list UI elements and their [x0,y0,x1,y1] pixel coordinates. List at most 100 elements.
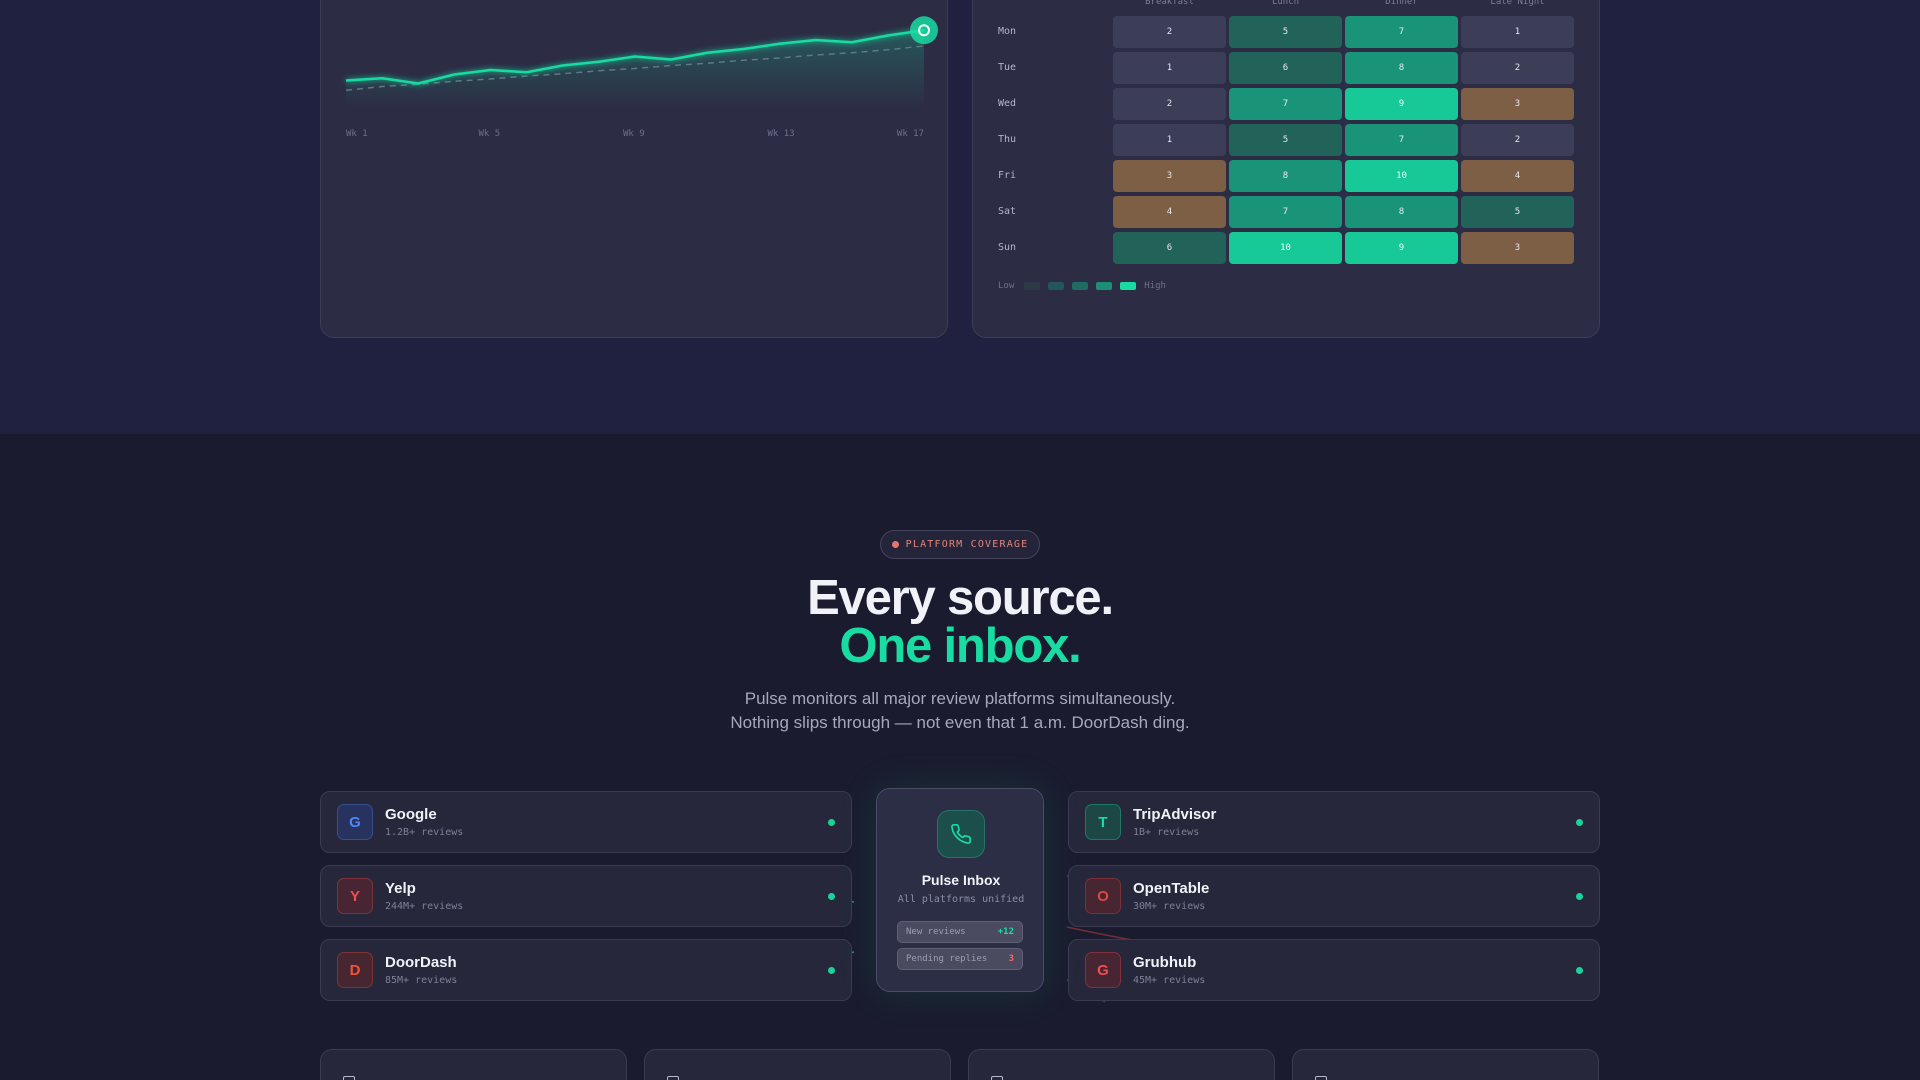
section-badge: PLATFORM COVERAGE [880,530,1040,559]
hub-row-label: New reviews [906,927,966,937]
pulse-inbox-hub[interactable]: Pulse Inbox All platforms unified New re… [876,788,1044,992]
heatmap-column-label: Late Night [1490,0,1545,7]
heatmap-cell[interactable]: 6 [1113,232,1226,264]
platform-card-yelp[interactable]: Y Yelp 244M+ reviews [320,865,852,927]
grubhub-logo-icon: G [1085,952,1121,988]
heatmap-cell[interactable]: 1 [1113,52,1226,84]
feature-card[interactable] [320,1049,627,1080]
x-tick-label: Wk 13 [767,129,795,139]
doordash-logo-icon: D [337,952,373,988]
x-axis-ticks: Wk 1 Wk 5 Wk 9 Wk 13 Wk 17 [346,129,924,143]
platform-card-tripadvisor[interactable]: T TripAdvisor 1B+ reviews [1068,791,1600,853]
platform-review-count: 85M+ reviews [385,975,458,986]
platform-review-count: 1B+ reviews [1133,827,1200,838]
heatmap-cell[interactable]: 5 [1229,124,1342,156]
heatmap-cell[interactable]: 8 [1345,196,1458,228]
tripadvisor-logo-icon: T [1085,804,1121,840]
logo-letter: D [349,961,361,979]
heatmap-cell[interactable]: 2 [1461,52,1574,84]
platform-name: Yelp [385,880,416,897]
live-status-dot-icon [828,893,835,900]
x-tick-label: Wk 9 [623,129,645,139]
hub-pending-replies: Pending replies 3 [897,948,1023,970]
hub-row-value: 3 [1008,954,1014,964]
heatmap-cell[interactable]: 4 [1461,160,1574,192]
legend-high-label: High [1144,281,1166,291]
badge-dot-icon [891,541,899,548]
heatmap-cell[interactable]: 1 [1113,124,1226,156]
heatmap-cell[interactable]: 7 [1229,196,1342,228]
heatmap-cell[interactable]: 2 [1113,16,1226,48]
heatmap-cell[interactable]: 8 [1345,52,1458,84]
phone-icon [937,810,985,858]
hub-new-reviews: New reviews +12 [897,921,1023,943]
live-status-dot-icon [1576,819,1583,826]
platform-card-opentable[interactable]: O OpenTable 30M+ reviews [1068,865,1600,927]
heatmap-cell[interactable]: 2 [1461,124,1574,156]
heatmap-row-label: Wed [998,98,1017,109]
legend-swatch [1096,282,1113,290]
feature-card[interactable] [1292,1049,1599,1080]
heatmap-cell[interactable]: 2 [1113,88,1226,120]
heatmap-cell[interactable]: 5 [1461,196,1574,228]
heatmap-cell[interactable]: 10 [1345,160,1458,192]
heatmap-cell[interactable]: 1 [1461,16,1574,48]
heatmap-legend: Low High [998,281,1176,293]
platform-name: Grubhub [1133,954,1197,971]
heatmap-row-label: Sun [998,242,1017,253]
heatmap-column-label: Lunch [1271,0,1300,7]
legend-swatch [1024,282,1041,290]
heatmap-cell[interactable]: 4 [1113,196,1226,228]
latest-point-marker[interactable] [910,16,938,45]
hub-title: Pulse Inbox [921,872,1001,888]
square-icon [1315,1076,1327,1080]
heatmap-row-label: Fri [998,170,1017,181]
heatmap-cell[interactable]: 5 [1229,16,1342,48]
x-tick-label: Wk 5 [478,129,501,139]
heatmap-cell[interactable]: 3 [1461,232,1574,264]
section-subtitle-line2: Nothing slips through — not even that 1 … [730,713,1190,732]
hub-subtitle: All platforms unified [897,894,1025,905]
heatmap-card: Breakfast Lunch Dinner Late Night Mon 2 5 7 1 Tue… [972,0,1600,338]
logo-letter: G [1097,961,1109,979]
legend-swatch [1072,282,1089,290]
heatmap-cell[interactable]: 6 [1229,52,1342,84]
heatmap-row-label: Sat [998,206,1017,217]
platform-card-google[interactable]: G Google 1.2B+ reviews [320,791,852,853]
feature-card[interactable] [968,1049,1275,1080]
live-status-dot-icon [1576,893,1583,900]
live-status-dot-icon [828,967,835,974]
platform-review-count: 1.2B+ reviews [385,827,464,838]
legend-swatch [1048,282,1065,290]
square-icon [991,1076,1003,1080]
heatmap-cell[interactable]: 3 [1113,160,1226,192]
square-icon [343,1076,355,1080]
platform-name: OpenTable [1133,880,1210,897]
heatmap-cell[interactable]: 8 [1229,160,1342,192]
platform-review-count: 30M+ reviews [1133,901,1206,912]
platform-card-grubhub[interactable]: G Grubhub 45M+ reviews [1068,939,1600,1001]
platform-name: DoorDash [385,954,457,971]
heatmap-cell[interactable]: 9 [1345,88,1458,120]
heatmap-cell[interactable]: 7 [1229,88,1342,120]
google-logo-icon: G [337,804,373,840]
heatmap-cell[interactable]: 9 [1345,232,1458,264]
square-icon [667,1076,679,1080]
heatmap-cell[interactable]: 7 [1345,16,1458,48]
feature-card[interactable] [644,1049,951,1080]
heatmap-row-label: Thu [998,134,1017,145]
heatmap-cell[interactable]: 3 [1461,88,1574,120]
platform-card-doordash[interactable]: D DoorDash 85M+ reviews [320,939,852,1001]
platform-review-count: 45M+ reviews [1133,975,1206,986]
yelp-logo-icon: Y [337,878,373,914]
section-subtitle-line1: Pulse monitors all major review platform… [744,689,1176,708]
heatmap-row-label: Tue [998,62,1017,73]
platform-name: Google [385,806,437,823]
logo-letter: O [1097,887,1109,905]
heatmap-cell[interactable]: 7 [1345,124,1458,156]
trend-chart-card: Wk 1 Wk 5 Wk 9 Wk 13 Wk 17 [320,0,948,338]
heatmap-column-label: Dinner [1385,0,1418,7]
heatmap-cell[interactable]: 10 [1229,232,1342,264]
legend-swatch [1120,282,1137,290]
section-heading-accent: One inbox. [839,619,1081,673]
